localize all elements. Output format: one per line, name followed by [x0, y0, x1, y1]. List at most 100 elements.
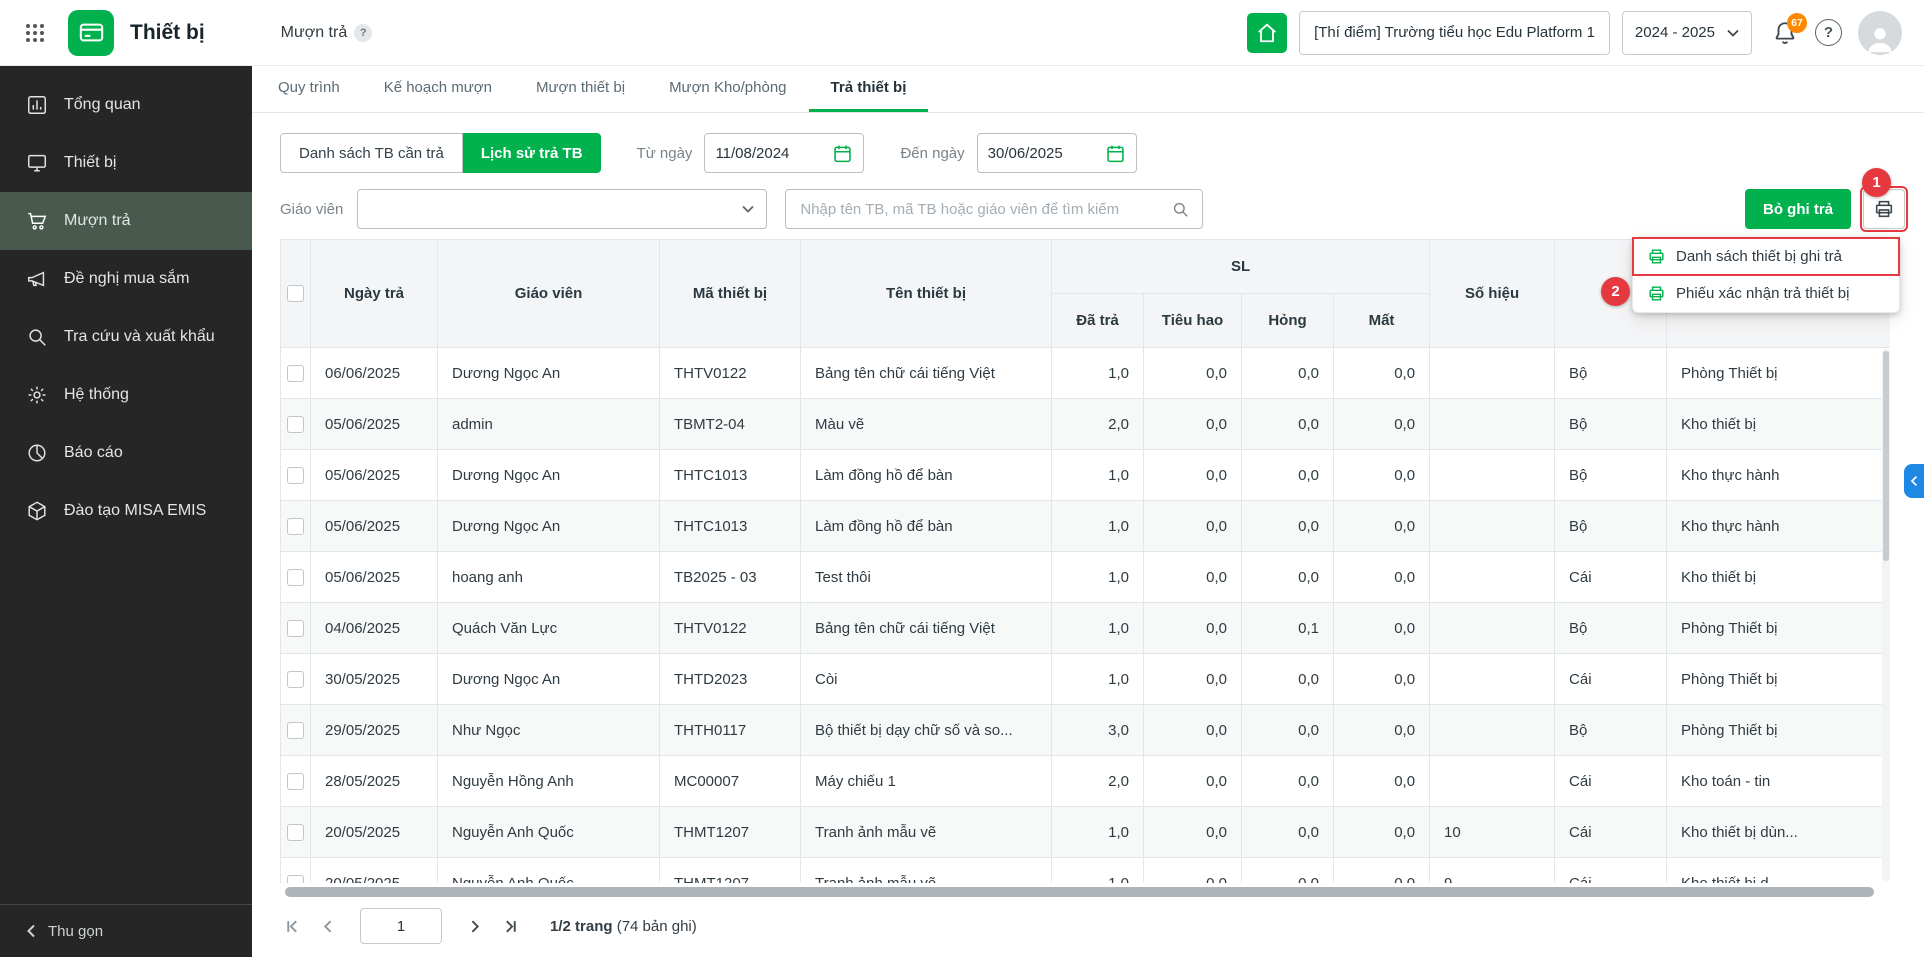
notification-badge: 67	[1787, 12, 1807, 33]
cell-broken: 0,1	[1241, 602, 1334, 654]
cell-unit: Bộ	[1554, 704, 1668, 756]
row-checkbox[interactable]	[287, 721, 304, 739]
tab-ke-hoach-muon[interactable]: Kế hoạch mượn	[362, 66, 514, 112]
cell-consumed: 0,0	[1143, 551, 1242, 603]
cell-returned: 3,0	[1051, 704, 1144, 756]
teacher-select[interactable]	[357, 189, 768, 229]
from-date-field[interactable]: 11/08/2024	[704, 133, 865, 173]
cell-code: THTC1013	[659, 500, 801, 552]
cell-location: Phòng Thiết bị	[1666, 347, 1890, 399]
cell-name: Test thôi	[800, 551, 1052, 603]
search-input[interactable]	[798, 199, 1172, 219]
school-year-selector[interactable]: 2024 - 2025	[1621, 10, 1752, 55]
sidebar-item-tra-cuu[interactable]: Tra cứu và xuất khẩu	[0, 308, 252, 366]
horizontal-scrollbar[interactable]	[280, 887, 1890, 897]
table-row: 28/05/2025 Nguyễn Hồng Anh MC00007 Máy chiế…	[280, 755, 1890, 807]
avatar[interactable]	[1858, 10, 1902, 55]
cell-consumed: 0,0	[1143, 347, 1242, 399]
apps-grid-icon[interactable]	[22, 20, 48, 46]
sidebar-item-de-nghi-mua-sam[interactable]: Đề nghị mua sắm	[0, 250, 252, 308]
next-page-button[interactable]	[462, 914, 486, 938]
row-checkbox[interactable]	[287, 415, 304, 433]
cell-consumed: 0,0	[1143, 398, 1242, 450]
chevron-left-icon	[1910, 475, 1918, 487]
cell-unit: Bộ	[1554, 500, 1668, 552]
notifications-button[interactable]: 67	[1772, 12, 1807, 46]
page-help-icon[interactable]: ?	[354, 23, 373, 42]
page-title: Mượn trả ?	[281, 23, 373, 42]
cell-name: Còi	[800, 653, 1052, 705]
cell-teacher: Nguyễn Hồng Anh	[437, 755, 660, 807]
horizontal-scrollbar-thumb[interactable]	[285, 887, 1874, 897]
calendar-icon[interactable]	[1105, 143, 1126, 164]
menu-item-phieu-xac-nhan[interactable]: Phiếu xác nhận trả thiết bị	[1633, 275, 1899, 312]
megaphone-icon	[28, 271, 45, 287]
tab-muon-thiet-bi[interactable]: Mượn thiết bị	[514, 66, 647, 112]
last-page-button[interactable]	[498, 914, 522, 938]
cell-broken: 0,0	[1241, 347, 1334, 399]
tab-tra-thiet-bi[interactable]: Trả thiết bị	[808, 66, 929, 112]
row-checkbox[interactable]	[287, 670, 304, 688]
table-row: 05/06/2025 hoang anh TB2025 - 03 Test thôi 1…	[280, 551, 1890, 603]
row-checkbox[interactable]	[287, 823, 304, 841]
cell-serial: 10	[1429, 806, 1556, 858]
cell-returned: 2,0	[1051, 755, 1144, 807]
sidebar-item-dao-tao[interactable]: Đào tạo MISA EMIS	[0, 482, 252, 540]
help-button[interactable]: ?	[1815, 19, 1842, 46]
prev-page-button[interactable]	[316, 914, 340, 938]
menu-item-danh-sach-ghi-tra[interactable]: Danh sách thiết bị ghi trả	[1632, 237, 1900, 276]
sidebar-item-muon-tra[interactable]: Mượn trả	[0, 192, 252, 250]
table-row: 05/06/2025 admin TBMT2-04 Màu vẽ 2,0 0,0 0,0 0,…	[280, 398, 1890, 450]
cell-unit: Cái	[1554, 806, 1668, 858]
toggle-lich-su-tra[interactable]: Lịch sử trả TB	[462, 133, 601, 173]
row-checkbox-cell	[280, 449, 311, 501]
calendar-icon[interactable]	[832, 143, 853, 164]
page-number-input[interactable]	[360, 908, 442, 944]
vertical-scrollbar[interactable]	[1882, 349, 1890, 881]
row-checkbox[interactable]	[287, 466, 304, 484]
to-date-field[interactable]: 30/06/2025	[976, 133, 1137, 173]
row-checkbox[interactable]	[287, 568, 304, 586]
filter-row-2: Giáo viên Bỏ ghi trả	[280, 186, 1908, 232]
cell-serial	[1429, 398, 1556, 450]
search-icon[interactable]	[1171, 200, 1190, 219]
row-checkbox[interactable]	[287, 517, 304, 535]
cell-consumed: 0,0	[1143, 602, 1242, 654]
table-body: 06/06/2025 Dương Ngọc An THTV0122 Bảng tên …	[280, 347, 1890, 883]
row-checkbox[interactable]	[287, 874, 304, 883]
sidebar-collapse-button[interactable]: Thu gọn	[0, 904, 252, 957]
sidebar-item-thiet-bi[interactable]: Thiết bị	[0, 134, 252, 192]
sidebar-item-tong-quan[interactable]: Tổng quan	[0, 76, 252, 134]
tab-quy-trinh[interactable]: Quy trình	[256, 66, 362, 112]
cell-lost: 0,0	[1332, 398, 1431, 450]
unrecord-return-button[interactable]: Bỏ ghi trả	[1745, 189, 1851, 229]
panel-expand-tab[interactable]	[1904, 464, 1924, 498]
school-selector[interactable]: [Thí điểm] Trường tiểu học Edu Platform …	[1299, 10, 1610, 55]
row-checkbox[interactable]	[287, 772, 304, 790]
row-checkbox[interactable]	[287, 364, 304, 382]
cell-lost: 0,0	[1332, 602, 1431, 654]
first-page-button[interactable]	[280, 914, 304, 938]
cell-code: THMT1207	[659, 806, 801, 858]
cell-teacher: Nguyễn Anh Quốc	[437, 857, 660, 883]
cart-icon	[28, 212, 47, 230]
sidebar-item-bao-cao[interactable]: Báo cáo	[0, 424, 252, 482]
sidebar-item-he-thong[interactable]: Hệ thống	[0, 366, 252, 424]
table-row: 30/05/2025 Dương Ngọc An THTD2023 Còi 1,0 0,0…	[280, 653, 1890, 705]
select-all-checkbox[interactable]	[287, 285, 304, 303]
person-icon	[1868, 27, 1892, 52]
cell-consumed: 0,0	[1143, 653, 1242, 705]
table-row: 05/06/2025 Dương Ngọc An THTC1013 Làm đồng …	[280, 500, 1890, 552]
cell-serial	[1429, 347, 1556, 399]
row-checkbox[interactable]	[287, 619, 304, 637]
tab-muon-kho-phong[interactable]: Mượn Kho/phòng	[647, 66, 808, 112]
cell-returned: 1,0	[1051, 602, 1144, 654]
cell-serial	[1429, 704, 1556, 756]
select-all-cell	[280, 239, 311, 348]
cell-broken: 0,0	[1241, 653, 1334, 705]
toggle-danh-sach-can-tra[interactable]: Danh sách TB cần trả	[280, 133, 463, 173]
cell-name: Bộ thiết bị dạy chữ số và so...	[800, 704, 1052, 756]
home-button[interactable]	[1247, 12, 1288, 53]
cell-unit: Cái	[1554, 857, 1668, 883]
header-giao-vien: Giáo viên	[437, 239, 660, 348]
